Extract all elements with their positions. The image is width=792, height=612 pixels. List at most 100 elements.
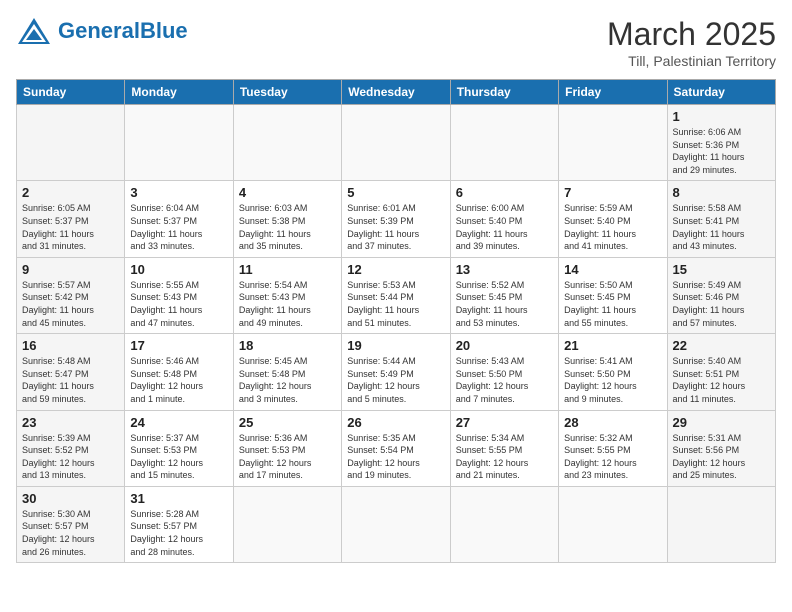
day-number: 6 (456, 185, 553, 200)
day-number: 26 (347, 415, 444, 430)
day-info: Sunrise: 5:55 AM Sunset: 5:43 PM Dayligh… (130, 279, 227, 329)
day-info: Sunrise: 5:52 AM Sunset: 5:45 PM Dayligh… (456, 279, 553, 329)
calendar-week-5: 30 Sunrise: 5:30 AM Sunset: 5:57 PM Dayli… (17, 486, 776, 562)
calendar-cell: 18 Sunrise: 5:45 AM Sunset: 5:48 PM Dayli… (233, 334, 341, 410)
day-number: 27 (456, 415, 553, 430)
calendar-cell: 6Sunrise: 6:00 AM Sunset: 5:40 PM Daylig… (450, 181, 558, 257)
day-number: 28 (564, 415, 661, 430)
day-number: 29 (673, 415, 770, 430)
calendar-cell (17, 105, 125, 181)
logo-text: GeneralBlue (58, 20, 188, 42)
day-info: Sunrise: 5:37 AM Sunset: 5:53 PM Dayligh… (130, 432, 227, 482)
calendar-cell: 17 Sunrise: 5:46 AM Sunset: 5:48 PM Dayli… (125, 334, 233, 410)
location-subtitle: Till, Palestinian Territory (607, 53, 776, 69)
day-number: 18 (239, 338, 336, 353)
day-number: 25 (239, 415, 336, 430)
day-number: 3 (130, 185, 227, 200)
calendar-cell: 12Sunrise: 5:53 AM Sunset: 5:44 PM Dayli… (342, 257, 450, 333)
day-info: Sunrise: 6:04 AM Sunset: 5:37 PM Dayligh… (130, 202, 227, 252)
day-header-thursday: Thursday (450, 80, 558, 105)
day-number: 11 (239, 262, 336, 277)
calendar-cell: 3 Sunrise: 6:04 AM Sunset: 5:37 PM Daylig… (125, 181, 233, 257)
calendar-cell (233, 486, 341, 562)
calendar-cell: 13Sunrise: 5:52 AM Sunset: 5:45 PM Dayli… (450, 257, 558, 333)
day-number: 16 (22, 338, 119, 353)
day-info: Sunrise: 5:36 AM Sunset: 5:53 PM Dayligh… (239, 432, 336, 482)
day-number: 19 (347, 338, 444, 353)
calendar-cell: 1Sunrise: 6:06 AM Sunset: 5:36 PM Daylig… (667, 105, 775, 181)
day-number: 2 (22, 185, 119, 200)
day-number: 5 (347, 185, 444, 200)
day-info: Sunrise: 5:43 AM Sunset: 5:50 PM Dayligh… (456, 355, 553, 405)
day-info: Sunrise: 5:46 AM Sunset: 5:48 PM Dayligh… (130, 355, 227, 405)
calendar-cell: 25 Sunrise: 5:36 AM Sunset: 5:53 PM Dayli… (233, 410, 341, 486)
calendar-cell: 7Sunrise: 5:59 AM Sunset: 5:40 PM Daylig… (559, 181, 667, 257)
calendar-cell: 4Sunrise: 6:03 AM Sunset: 5:38 PM Daylig… (233, 181, 341, 257)
day-info: Sunrise: 5:44 AM Sunset: 5:49 PM Dayligh… (347, 355, 444, 405)
calendar-week-2: 9Sunrise: 5:57 AM Sunset: 5:42 PM Daylig… (17, 257, 776, 333)
calendar-week-4: 23 Sunrise: 5:39 AM Sunset: 5:52 PM Dayli… (17, 410, 776, 486)
day-info: Sunrise: 5:40 AM Sunset: 5:51 PM Dayligh… (673, 355, 770, 405)
day-info: Sunrise: 5:30 AM Sunset: 5:57 PM Dayligh… (22, 508, 119, 558)
day-number: 15 (673, 262, 770, 277)
month-title: March 2025 (607, 16, 776, 53)
calendar-cell: 9Sunrise: 5:57 AM Sunset: 5:42 PM Daylig… (17, 257, 125, 333)
day-number: 14 (564, 262, 661, 277)
calendar-cell: 23 Sunrise: 5:39 AM Sunset: 5:52 PM Dayli… (17, 410, 125, 486)
calendar-cell: 24 Sunrise: 5:37 AM Sunset: 5:53 PM Dayli… (125, 410, 233, 486)
day-number: 17 (130, 338, 227, 353)
day-info: Sunrise: 5:54 AM Sunset: 5:43 PM Dayligh… (239, 279, 336, 329)
header-row: SundayMondayTuesdayWednesdayThursdayFrid… (17, 80, 776, 105)
day-info: Sunrise: 5:48 AM Sunset: 5:47 PM Dayligh… (22, 355, 119, 405)
day-info: Sunrise: 5:58 AM Sunset: 5:41 PM Dayligh… (673, 202, 770, 252)
calendar-cell: 15 Sunrise: 5:49 AM Sunset: 5:46 PM Dayli… (667, 257, 775, 333)
calendar-cell: 30 Sunrise: 5:30 AM Sunset: 5:57 PM Dayli… (17, 486, 125, 562)
day-number: 10 (130, 262, 227, 277)
calendar-table: SundayMondayTuesdayWednesdayThursdayFrid… (16, 79, 776, 563)
day-info: Sunrise: 5:53 AM Sunset: 5:44 PM Dayligh… (347, 279, 444, 329)
day-number: 21 (564, 338, 661, 353)
logo-icon (16, 16, 52, 46)
calendar-week-0: 1Sunrise: 6:06 AM Sunset: 5:36 PM Daylig… (17, 105, 776, 181)
day-info: Sunrise: 6:01 AM Sunset: 5:39 PM Dayligh… (347, 202, 444, 252)
calendar-cell: 10 Sunrise: 5:55 AM Sunset: 5:43 PM Dayli… (125, 257, 233, 333)
day-number: 31 (130, 491, 227, 506)
day-number: 8 (673, 185, 770, 200)
calendar-cell: 28Sunrise: 5:32 AM Sunset: 5:55 PM Dayli… (559, 410, 667, 486)
calendar-cell (559, 105, 667, 181)
day-number: 9 (22, 262, 119, 277)
day-header-sunday: Sunday (17, 80, 125, 105)
calendar-cell: 8 Sunrise: 5:58 AM Sunset: 5:41 PM Daylig… (667, 181, 775, 257)
day-header-saturday: Saturday (667, 80, 775, 105)
calendar-cell: 29Sunrise: 5:31 AM Sunset: 5:56 PM Dayli… (667, 410, 775, 486)
calendar-cell (125, 105, 233, 181)
day-number: 22 (673, 338, 770, 353)
day-info: Sunrise: 5:35 AM Sunset: 5:54 PM Dayligh… (347, 432, 444, 482)
calendar-cell (450, 105, 558, 181)
title-block: March 2025 Till, Palestinian Territory (607, 16, 776, 69)
day-number: 20 (456, 338, 553, 353)
calendar-cell: 2Sunrise: 6:05 AM Sunset: 5:37 PM Daylig… (17, 181, 125, 257)
day-number: 1 (673, 109, 770, 124)
calendar-cell: 14 Sunrise: 5:50 AM Sunset: 5:45 PM Dayli… (559, 257, 667, 333)
day-number: 24 (130, 415, 227, 430)
calendar-cell: 26 Sunrise: 5:35 AM Sunset: 5:54 PM Dayli… (342, 410, 450, 486)
day-number: 30 (22, 491, 119, 506)
calendar-cell (667, 486, 775, 562)
calendar-week-1: 2Sunrise: 6:05 AM Sunset: 5:37 PM Daylig… (17, 181, 776, 257)
calendar-cell (342, 486, 450, 562)
day-info: Sunrise: 5:59 AM Sunset: 5:40 PM Dayligh… (564, 202, 661, 252)
day-info: Sunrise: 5:49 AM Sunset: 5:46 PM Dayligh… (673, 279, 770, 329)
day-header-friday: Friday (559, 80, 667, 105)
calendar-cell (233, 105, 341, 181)
calendar-cell: 19 Sunrise: 5:44 AM Sunset: 5:49 PM Dayli… (342, 334, 450, 410)
day-number: 23 (22, 415, 119, 430)
day-number: 4 (239, 185, 336, 200)
day-info: Sunrise: 5:34 AM Sunset: 5:55 PM Dayligh… (456, 432, 553, 482)
day-info: Sunrise: 5:39 AM Sunset: 5:52 PM Dayligh… (22, 432, 119, 482)
day-info: Sunrise: 5:45 AM Sunset: 5:48 PM Dayligh… (239, 355, 336, 405)
day-info: Sunrise: 5:50 AM Sunset: 5:45 PM Dayligh… (564, 279, 661, 329)
calendar-cell (342, 105, 450, 181)
day-header-tuesday: Tuesday (233, 80, 341, 105)
calendar-cell: 22 Sunrise: 5:40 AM Sunset: 5:51 PM Dayli… (667, 334, 775, 410)
